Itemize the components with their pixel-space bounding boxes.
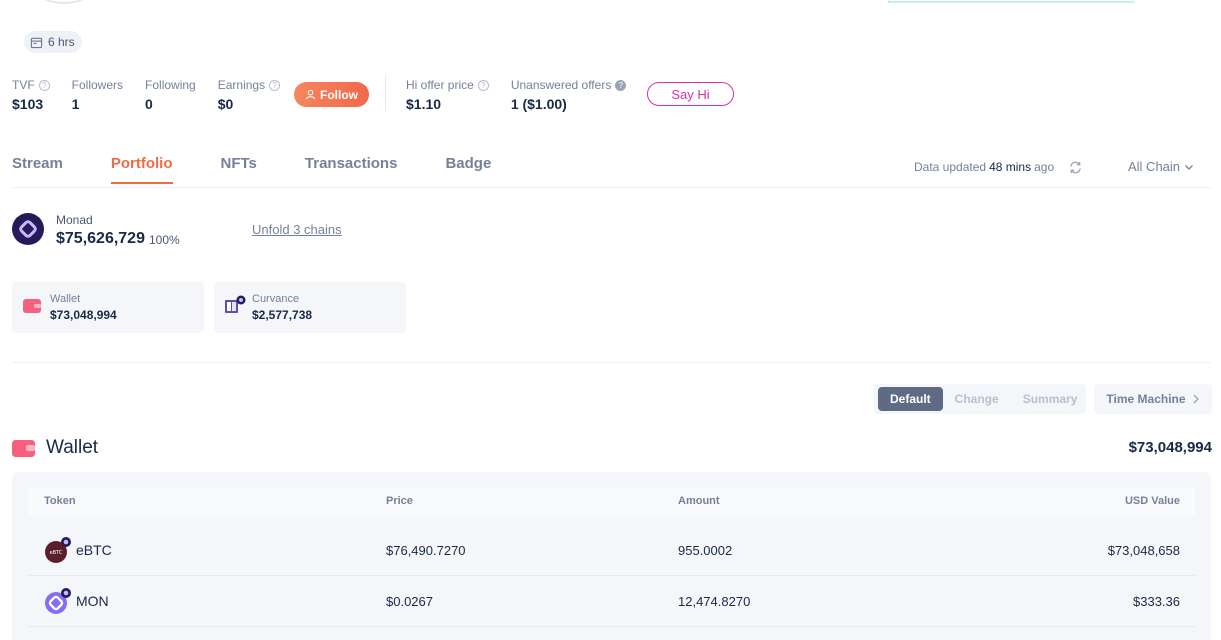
ebtc-icon-label: eBTC: [50, 550, 63, 556]
data-updated-prefix: Data updated: [914, 160, 987, 174]
curvance-icon: [225, 295, 246, 313]
data-updated-time: 48 mins: [989, 160, 1032, 174]
help-icon[interactable]: ?: [38, 79, 50, 91]
token-amount: 955.0002: [678, 543, 733, 558]
stat-label: Followers: [71, 78, 124, 92]
protocol-card-curvance[interactable]: Curvance $2,577,738: [214, 282, 406, 333]
stat-following[interactable]: Following 0: [145, 78, 196, 112]
chain-select[interactable]: All Chain: [1128, 159, 1194, 174]
mon-token-icon: [45, 588, 71, 614]
chain-select-label: All Chain: [1128, 159, 1181, 174]
stat-value: 1: [71, 96, 80, 112]
table-header: Token Price Amount USD Value: [28, 488, 1195, 515]
wallet-total: $73,048,994: [1128, 439, 1212, 456]
help-icon[interactable]: ?: [477, 79, 489, 91]
duration-badge-text: 6 hrs: [48, 35, 75, 49]
tab-transactions[interactable]: Transactions: [305, 155, 398, 184]
stat-value: 1 ($1.00): [510, 96, 567, 112]
stat-tvf: TVF? $103: [12, 78, 50, 112]
chevron-down-icon: [1185, 164, 1193, 170]
duration-badge: 6 hrs: [24, 31, 82, 53]
column-usd-value: USD Value: [1124, 495, 1180, 507]
stat-label: Earnings: [217, 78, 266, 92]
wallet-icon: [23, 299, 41, 313]
protocol-card-wallet[interactable]: Wallet $73,048,994: [12, 282, 204, 333]
wallet-section-title: Wallet: [46, 437, 99, 458]
stat-value: $1.10: [406, 96, 442, 112]
tab-portfolio[interactable]: Portfolio: [110, 155, 173, 184]
protocol-value: $73,048,994: [50, 308, 117, 322]
wallet-token-table: Token Price Amount USD Value eBTC eBTC $…: [12, 472, 1211, 640]
chain-value: $75,626,729: [56, 230, 145, 247]
divider: [385, 75, 386, 111]
stat-earnings: Earnings? $0: [217, 78, 281, 112]
chain-percent: 100%: [149, 233, 180, 247]
stat-value: 0: [145, 96, 153, 112]
data-updated: Data updated 48 mins ago: [914, 160, 1054, 174]
view-default-button[interactable]: Default: [878, 387, 943, 411]
avatar: [34, 0, 94, 4]
stat-label: Hi offer price: [406, 78, 474, 92]
chain-name: Monad: [56, 213, 93, 227]
column-price: Price: [386, 495, 413, 507]
view-mode-toggle: Default Change Summary: [874, 384, 1086, 414]
stat-value: $103: [12, 96, 44, 112]
token-name: MON: [76, 593, 109, 609]
section-divider: [12, 362, 1211, 363]
time-machine-label: Time Machine: [1106, 392, 1186, 406]
protocol-value: $2,577,738: [252, 308, 313, 322]
say-hi-button[interactable]: Say Hi: [647, 82, 734, 106]
view-summary-button[interactable]: Summary: [1011, 387, 1090, 411]
stat-label: TVF: [12, 78, 35, 92]
stat-label: Following: [145, 78, 196, 92]
data-updated-suffix: ago: [1034, 160, 1055, 174]
column-token: Token: [44, 495, 76, 507]
token-price: $0.0267: [386, 594, 433, 609]
refresh-icon[interactable]: [1068, 160, 1083, 175]
stat-followers[interactable]: Followers 1: [72, 78, 123, 112]
time-machine-button[interactable]: Time Machine: [1094, 384, 1212, 414]
view-change-button[interactable]: Change: [943, 387, 1011, 411]
stat-value: $0: [217, 96, 234, 112]
tabs-divider: [12, 187, 1211, 188]
calendar-icon: [30, 37, 43, 48]
profile-stats: TVF? $103 Followers 1 Following 0 Earnin…: [12, 78, 302, 112]
user-icon: [305, 89, 316, 100]
follow-label: Follow: [320, 87, 358, 102]
help-icon[interactable]: ?: [615, 79, 627, 91]
unfold-chains-link[interactable]: Unfold 3 chains: [252, 222, 342, 237]
protocol-name: Wallet: [50, 293, 81, 305]
wallet-icon: [12, 440, 35, 457]
token-name: eBTC: [76, 542, 112, 558]
tab-nfts[interactable]: NFTs: [221, 155, 257, 184]
tab-stream[interactable]: Stream: [12, 155, 63, 184]
offer-stats: Hi offer price? $1.10 Unanswered offers?…: [406, 78, 648, 112]
stat-hi-offer-price: Hi offer price? $1.10: [406, 78, 489, 112]
protocol-name: Curvance: [252, 293, 300, 305]
table-row[interactable]: eBTC eBTC $76,490.7270 955.0002 $73,048,…: [28, 526, 1195, 576]
ebtc-token-icon: eBTC: [45, 537, 71, 563]
stat-label: Unanswered offers: [510, 78, 612, 92]
token-price: $76,490.7270: [386, 543, 466, 558]
chevron-right-icon: [1193, 394, 1199, 404]
banner-edge: [888, 0, 1134, 3]
tab-badge[interactable]: Badge: [445, 155, 491, 184]
token-usd-value: $73,048,658: [1107, 543, 1180, 558]
follow-button[interactable]: Follow: [294, 82, 369, 107]
token-usd-value: $333.36: [1133, 594, 1180, 609]
stat-unanswered-offers: Unanswered offers? 1 ($1.00): [511, 78, 627, 112]
monad-logo-icon: [12, 213, 44, 245]
column-amount: Amount: [678, 495, 720, 507]
table-row[interactable]: MON $0.0267 12,474.8270 $333.36: [28, 577, 1195, 627]
profile-tabs: Stream Portfolio NFTs Transactions Badge: [12, 155, 539, 184]
help-icon[interactable]: ?: [269, 79, 281, 91]
token-amount: 12,474.8270: [678, 594, 751, 609]
